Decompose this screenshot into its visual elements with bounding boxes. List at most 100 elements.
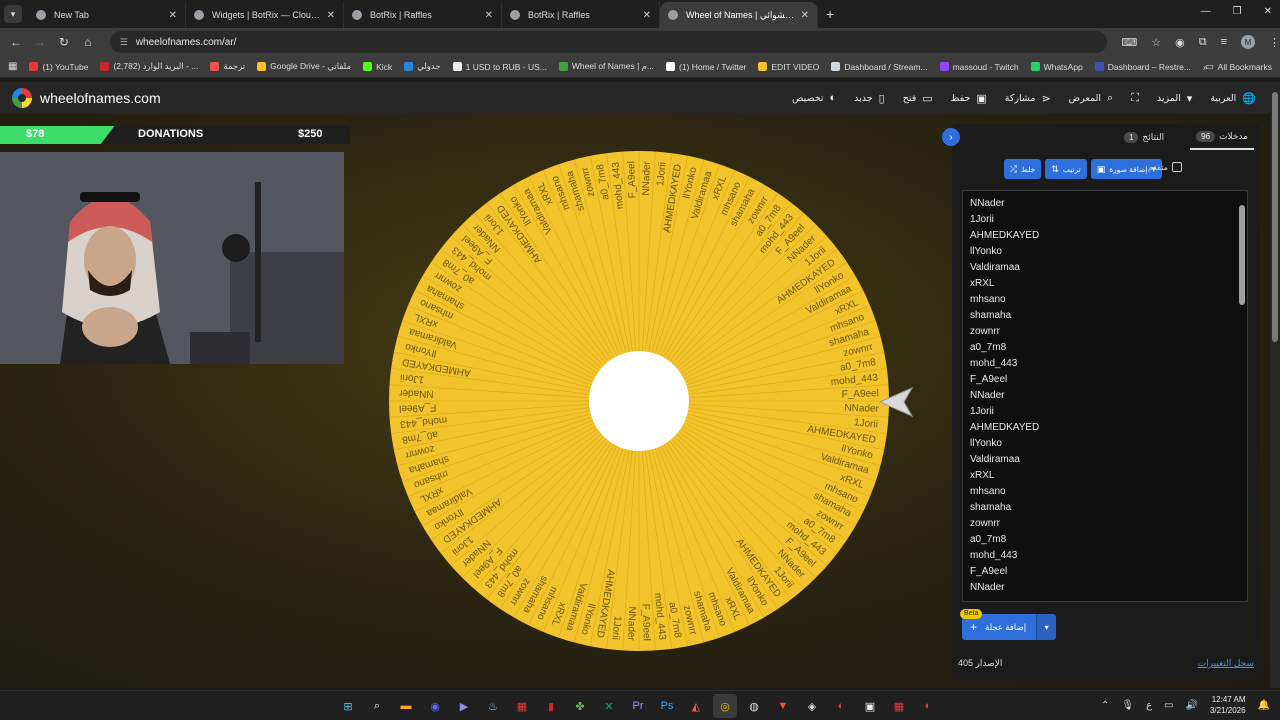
input-language[interactable]: ع (1146, 700, 1152, 711)
entry-line[interactable]: NNader (970, 196, 1247, 212)
bookmark-star-icon[interactable]: ☆ (1151, 36, 1161, 49)
entry-line[interactable]: xRXL (970, 276, 1247, 292)
browser-tab[interactable]: BotRix | Raffles ✕ (344, 2, 502, 28)
bookmark-item[interactable]: WhatsApp (1030, 61, 1083, 72)
entry-line[interactable]: Valdiramaa (970, 260, 1247, 276)
brave-icon[interactable]: ▼ (771, 694, 795, 718)
entry-line[interactable]: mohd_443 (970, 356, 1247, 372)
site-menu-item[interactable]: 🌐 العربية (1210, 92, 1256, 105)
entry-line[interactable]: zownrr (970, 516, 1247, 532)
home-button[interactable]: ⌂ (76, 35, 100, 49)
entry-line[interactable]: shamaha (970, 308, 1247, 324)
bookmark-item[interactable]: Dashboard – Restre... (1094, 61, 1191, 72)
media-player-icon[interactable]: ▶ (452, 694, 476, 718)
changelog-link[interactable]: سجل التغييرات (1198, 658, 1254, 669)
entry-line[interactable]: llYonko (970, 436, 1247, 452)
bookmark-item[interactable]: Kick (363, 61, 392, 72)
extension-icon[interactable]: ◉ (1175, 36, 1185, 49)
excel-icon[interactable]: ✕ (597, 694, 621, 718)
bookmark-item[interactable]: جدولي (404, 61, 441, 72)
site-menu-item[interactable]: ◐ تخصيص (792, 92, 836, 104)
entry-line[interactable]: 1Jorii (970, 212, 1247, 228)
url-input[interactable]: ☰ wheelofnames.com/ar/ (109, 31, 1108, 53)
media-icon[interactable]: ≡ (1221, 36, 1227, 48)
creative-cloud-icon[interactable]: ◐ (916, 694, 940, 718)
bookmark-item[interactable]: ترجمة (210, 61, 245, 72)
bookmark-item[interactable]: 1 USD to RUB - US... (452, 61, 547, 72)
spinning-wheel[interactable]: NNader 1Jorii AHMEDKAYED llYonko Valdiramaa x… (388, 150, 890, 652)
close-window-button[interactable]: ✕ (1264, 6, 1272, 17)
wheel-center-hub[interactable] (589, 351, 689, 451)
site-menu-item[interactable]: ⌕ المعرض (1069, 92, 1114, 105)
close-tab-icon[interactable]: ✕ (327, 10, 335, 21)
wheel-svg[interactable]: NNader1JoriiAHMEDKAYEDllYonkoValdiramaax… (388, 150, 890, 652)
add-wheel-dropdown-button[interactable]: ▾ (1036, 614, 1057, 640)
notification-bell-icon[interactable]: 🔔 (1258, 700, 1270, 711)
calendar-app-icon[interactable]: ▦ (510, 694, 534, 718)
bookmark-item[interactable]: Wheel of Names | م... (558, 61, 654, 72)
site-menu-item[interactable]: ⛶ (1131, 92, 1139, 105)
apps-grid-icon[interactable]: ▦ (8, 61, 17, 72)
entry-line[interactable]: F_A9eel (970, 372, 1247, 388)
entry-line[interactable]: mohd_443 (970, 548, 1247, 564)
microphone-icon[interactable]: 🎙 (1121, 700, 1134, 711)
back-button[interactable]: ← (4, 35, 28, 49)
bookmark-item[interactable]: (1) Home / Twitter (666, 61, 746, 72)
app-red-icon[interactable]: ◐ (829, 694, 853, 718)
close-tab-icon[interactable]: ✕ (643, 10, 651, 21)
browser-tab[interactable]: BotRix | Raffles ✕ (502, 2, 660, 28)
entry-line[interactable]: NNader (970, 580, 1247, 596)
site-menu-item[interactable]: ⋖ مشاركة (1005, 92, 1051, 105)
premiere-icon[interactable]: Pr (626, 694, 650, 718)
site-menu-item[interactable]: ▣ حفظ (951, 92, 987, 105)
close-tab-icon[interactable]: ✕ (169, 10, 177, 21)
clock[interactable]: 12:47 AM 3/21/2026 (1210, 694, 1246, 716)
entry-line[interactable]: F_A9eel (970, 564, 1247, 580)
entry-line[interactable]: Valdiramaa (970, 452, 1247, 468)
game-icon[interactable]: ✤ (568, 694, 592, 718)
capcut-icon[interactable]: ◭ (684, 694, 708, 718)
restore-button[interactable]: ❐ (1233, 6, 1242, 17)
start-icon[interactable]: ⊞ (336, 694, 360, 718)
entry-line[interactable]: llYonko (970, 244, 1247, 260)
forward-button[interactable]: → (28, 35, 52, 49)
site-menu-item[interactable]: ▾ المزيد (1157, 92, 1192, 105)
advanced-checkbox[interactable] (1171, 162, 1182, 172)
file-explorer-icon[interactable]: ▬ (394, 694, 418, 718)
bookmark-item[interactable]: EDIT VIDEO (758, 61, 819, 72)
bookmark-item[interactable]: Dashboard / Stream... (831, 61, 928, 72)
site-menu-item[interactable]: ▯ جديد (854, 92, 885, 105)
entry-line[interactable]: a0_7m8 (970, 340, 1247, 356)
site-logo-text[interactable]: wheelofnames.com (40, 90, 161, 106)
discord-icon[interactable]: ◉ (423, 694, 447, 718)
entry-line[interactable]: AHMEDKAYED (970, 420, 1247, 436)
search-icon[interactable]: ⌕ (365, 694, 389, 718)
capture-icon[interactable]: ◈ (800, 694, 824, 718)
chrome-icon[interactable]: ◎ (713, 694, 737, 718)
entries-scroll-thumb[interactable] (1239, 205, 1245, 305)
minimize-button[interactable]: — (1201, 6, 1211, 17)
page-scroll-thumb[interactable] (1272, 92, 1278, 342)
entry-line[interactable]: mhsano (970, 292, 1247, 308)
calendar-red-icon[interactable]: ▦ (887, 694, 911, 718)
entry-line[interactable]: AHMEDKAYED (970, 228, 1247, 244)
entry-line[interactable]: shamaha (970, 500, 1247, 516)
tab-entries[interactable]: مدخلات 96 (1190, 124, 1254, 150)
extensions-puzzle-icon[interactable]: ⧉ (1199, 36, 1207, 49)
steam-icon[interactable]: ♨ (481, 694, 505, 718)
browser-tab[interactable]: Wheel of Names | اسم العشوائي ✕ (660, 2, 818, 28)
bookmark-item[interactable]: (1) YouTube (29, 61, 88, 72)
bookmark-item[interactable]: massoud - Twitch (939, 61, 1019, 72)
entry-line[interactable]: a0_7m8 (970, 532, 1247, 548)
close-tab-icon[interactable]: ✕ (801, 10, 809, 21)
entries-textarea[interactable]: NNader 1Jorii AHMEDKAYED llYonko Valdiramaa x… (962, 190, 1248, 602)
volume-icon[interactable]: 🔊 (1186, 700, 1198, 711)
network-icon[interactable]: ▭ (1164, 700, 1173, 711)
site-info-icon[interactable]: ☰ (120, 37, 128, 48)
app-icon[interactable]: ▮ (539, 694, 563, 718)
sort-button[interactable]: ترتيب ⇅ (1045, 159, 1087, 179)
translate-icon[interactable]: ⌨ (1121, 36, 1137, 49)
browser-tab[interactable]: New Tab ✕ (28, 2, 186, 28)
entries-scrollbar[interactable] (1239, 195, 1245, 599)
all-bookmarks-folder[interactable]: ▭ All Bookmarks (1206, 61, 1272, 72)
